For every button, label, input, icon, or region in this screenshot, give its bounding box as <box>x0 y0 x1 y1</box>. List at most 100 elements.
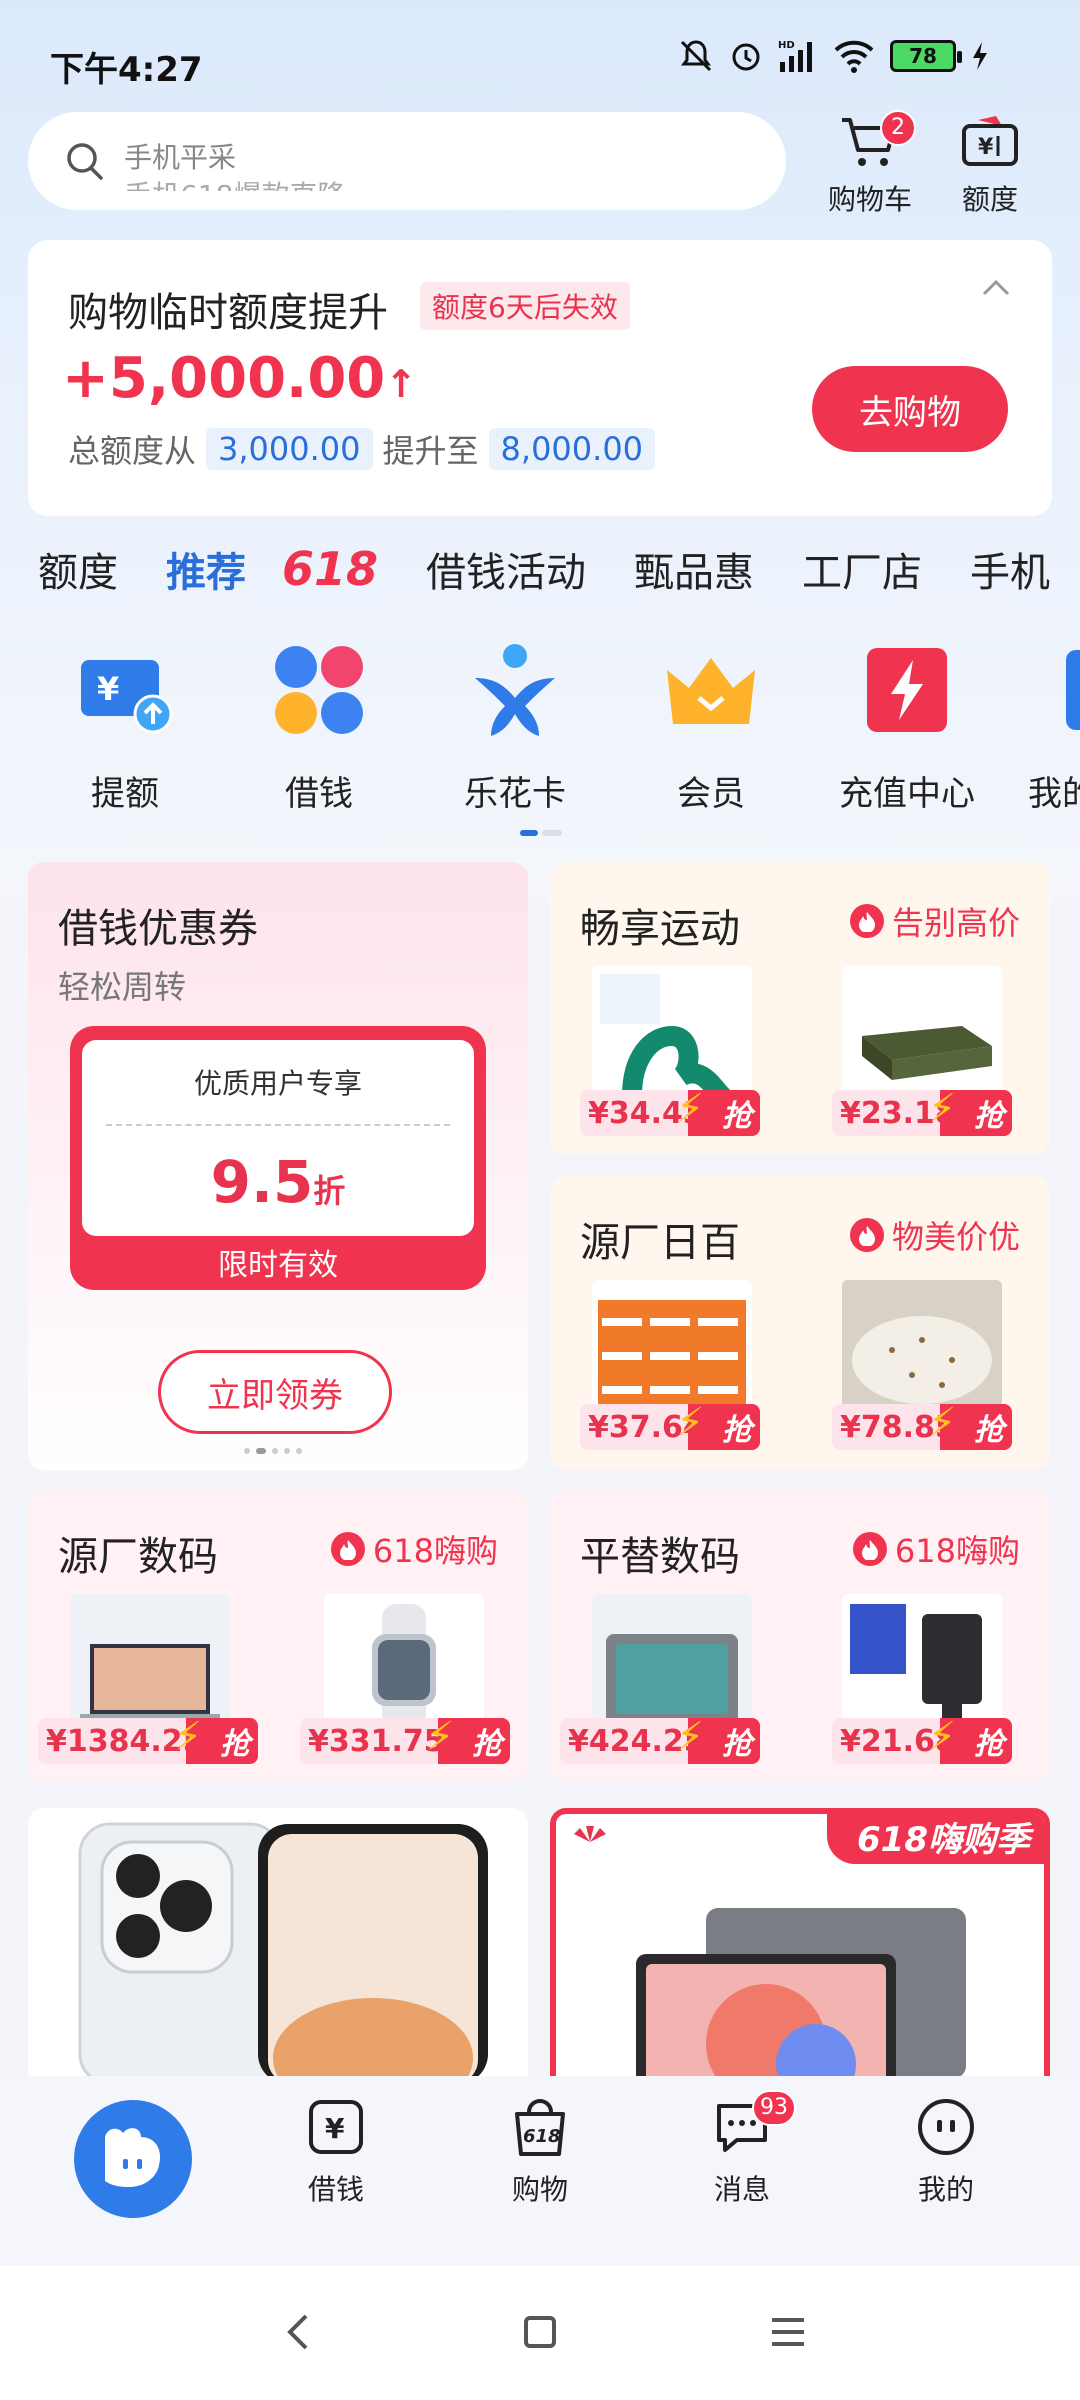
from-value: 3,000.00 <box>206 428 373 470</box>
tablet-promo-banner[interactable]: 618嗨购季 <box>550 1808 1050 2076</box>
svg-text:HD: HD <box>778 40 795 51</box>
coupon-pager-dots <box>244 1448 302 1454</box>
home-icon[interactable] <box>520 2312 560 2352</box>
factory-digital-card[interactable]: 源厂数码 618嗨购 ¥1384.25 ⚡ 抢 ¥331.75 ⚡ 抢 <box>28 1490 528 1782</box>
quick-mine[interactable]: 我的 <box>1028 640 1080 815</box>
daily-goods-card[interactable]: 源厂日百 物美价优 ¥37.64 ⚡ 抢 ¥78.85 ⚡ 抢 <box>550 1176 1050 1470</box>
quick-pager-dots <box>520 830 562 836</box>
cart-button[interactable]: 2 购物车 <box>810 110 930 222</box>
ticket-discount: 9.5折 <box>210 1148 346 1216</box>
search-icon <box>67 143 103 180</box>
alarm-icon <box>732 43 760 71</box>
price-tag: ¥331.75 ⚡ 抢 <box>300 1714 510 1764</box>
mascot-icon <box>105 2128 161 2187</box>
home-mascot-button[interactable] <box>74 2100 192 2218</box>
quick-loan[interactable]: 借钱 <box>244 640 394 815</box>
lightning-icon <box>857 640 957 740</box>
chevron-up-icon[interactable] <box>978 270 1014 306</box>
alt-digital-hot-tag: 618嗨购 <box>852 1526 1020 1572</box>
signal-icon: HD <box>778 40 812 72</box>
alt-digital-title: 平替数码 <box>580 1534 740 1580</box>
digital-hot-tag: 618嗨购 <box>330 1526 498 1572</box>
wallet-icon: ¥ <box>962 116 1018 166</box>
claim-coupon-button[interactable]: 立即领券 <box>158 1350 392 1434</box>
tab-loan-activity[interactable]: 借钱活动 <box>426 540 586 598</box>
recents-icon[interactable] <box>766 2312 810 2352</box>
tab-factory[interactable]: 工厂店 <box>802 540 922 598</box>
phone-product-image <box>78 1822 488 2076</box>
promo-618-badge: 618嗨购季 <box>827 1814 1044 1864</box>
raise-quota-icon: ¥ <box>75 640 175 740</box>
coupon-ticket: 优质用户专享 9.5折 限时有效 <box>70 1026 486 1290</box>
tab-recommend[interactable]: 推荐 <box>166 540 246 598</box>
tablet-product-image <box>636 1908 966 2076</box>
coupon-card-title: 借钱优惠券 <box>58 906 258 952</box>
fire-icon <box>849 1218 884 1252</box>
price-tag: ¥78.85 ⚡ 抢 <box>832 1400 1012 1450</box>
charging-icon <box>973 42 987 70</box>
search-placeholder: 手机平采 手机618爆款直降 <box>124 141 345 191</box>
price-tag: ¥21.68 ⚡ 抢 <box>832 1714 1012 1764</box>
fire-icon <box>852 1532 887 1566</box>
mine-icon <box>1028 640 1080 740</box>
digital-title: 源厂数码 <box>58 1534 218 1580</box>
fire-icon <box>849 904 884 938</box>
ticket-header: 优质用户专享 <box>193 1067 362 1100</box>
lehua-card-icon <box>465 640 565 740</box>
nav-mine[interactable]: 我的 <box>876 2096 1016 2208</box>
messages-badge: 93 <box>752 2090 796 2126</box>
nav-shop[interactable]: 618 购物 <box>470 2096 610 2208</box>
quota-label: 额度 <box>961 183 1018 216</box>
profile-face-icon <box>918 2099 974 2155</box>
arrow-up-icon: ↑ <box>385 362 418 406</box>
daily-hot-tag: 物美价优 <box>849 1212 1020 1258</box>
huawei-logo-icon <box>570 1824 610 1844</box>
svg-text:¥: ¥ <box>978 135 994 160</box>
back-icon[interactable] <box>280 2310 316 2354</box>
sport-hot-tag: 告别高价 <box>849 898 1020 944</box>
loan-coupon-card[interactable]: 借钱优惠券 轻松周转 优质用户专享 9.5折 限时有效 立即领券 <box>28 862 528 1470</box>
price-tag: ¥1384.25 ⚡ 抢 <box>38 1714 258 1764</box>
system-nav-bar <box>0 2266 1080 2400</box>
sport-title: 畅享运动 <box>580 906 740 952</box>
nav-loan[interactable]: ¥ 借钱 <box>266 2096 406 2208</box>
tab-selection[interactable]: 甄品惠 <box>634 540 754 598</box>
quick-member[interactable]: 会员 <box>636 640 786 815</box>
expiry-badge: 额度6天后失效 <box>420 282 630 330</box>
quick-lehua-card[interactable]: 乐花卡 <box>440 640 590 815</box>
nav-messages[interactable]: 93 消息 <box>672 2090 812 2208</box>
search-bar[interactable]: 手机平采 手机618爆款直降 <box>28 112 786 210</box>
quick-recharge-center[interactable]: 充值中心 <box>832 640 982 815</box>
svg-text:¥: ¥ <box>325 2112 345 2145</box>
tab-phone[interactable]: 手机 <box>970 540 1050 598</box>
cart-badge: 2 <box>880 110 916 146</box>
coupon-card-subtitle: 轻松周转 <box>58 968 187 1006</box>
daily-title: 源厂日百 <box>580 1220 740 1266</box>
tab-618[interactable]: 618 <box>282 542 378 596</box>
price-tag: ¥37.64 ⚡ 抢 <box>580 1400 760 1450</box>
quick-raise-quota[interactable]: ¥ 提额 <box>50 640 200 815</box>
to-value: 8,000.00 <box>488 428 656 470</box>
cart-label: 购物车 <box>827 183 912 216</box>
status-time: 下午4:27 <box>50 50 203 90</box>
credit-range: 总额度从 3,000.00 提升至 8,000.00 <box>68 426 656 472</box>
fire-icon <box>330 1532 365 1566</box>
mute-bell-icon <box>680 40 712 72</box>
category-tabs: 额度 推荐 618 借钱活动 甄品惠 工厂店 手机 <box>38 540 1080 598</box>
sport-card[interactable]: 畅享运动 告别高价 ¥34.43 ⚡ 抢 ¥23.18 ⚡ 抢 <box>550 862 1050 1154</box>
status-icons: HD 78 <box>678 38 990 74</box>
credit-boost-card: 购物临时额度提升 额度6天后失效 +5,000.00↑ 总额度从 3,000.0… <box>28 240 1052 516</box>
battery-indicator: 78 <box>890 40 962 72</box>
phone-promo-banner[interactable] <box>28 1808 528 2076</box>
svg-text:¥: ¥ <box>97 670 119 708</box>
price-tag: ¥34.43 ⚡ 抢 <box>580 1086 760 1136</box>
alternative-digital-card[interactable]: 平替数码 618嗨购 ¥424.25 ⚡ 抢 ¥21.68 ⚡ 抢 <box>550 1490 1050 1782</box>
wifi-icon <box>834 40 874 73</box>
quota-button[interactable]: ¥ 额度 <box>930 112 1050 222</box>
crown-icon <box>661 640 761 740</box>
price-tag: ¥23.18 ⚡ 抢 <box>832 1086 1012 1136</box>
tab-quota[interactable]: 额度 <box>38 540 118 598</box>
go-shopping-button[interactable]: 去购物 <box>812 366 1008 452</box>
loan-grid-icon <box>269 640 369 740</box>
credit-title: 购物临时额度提升 <box>68 290 388 336</box>
